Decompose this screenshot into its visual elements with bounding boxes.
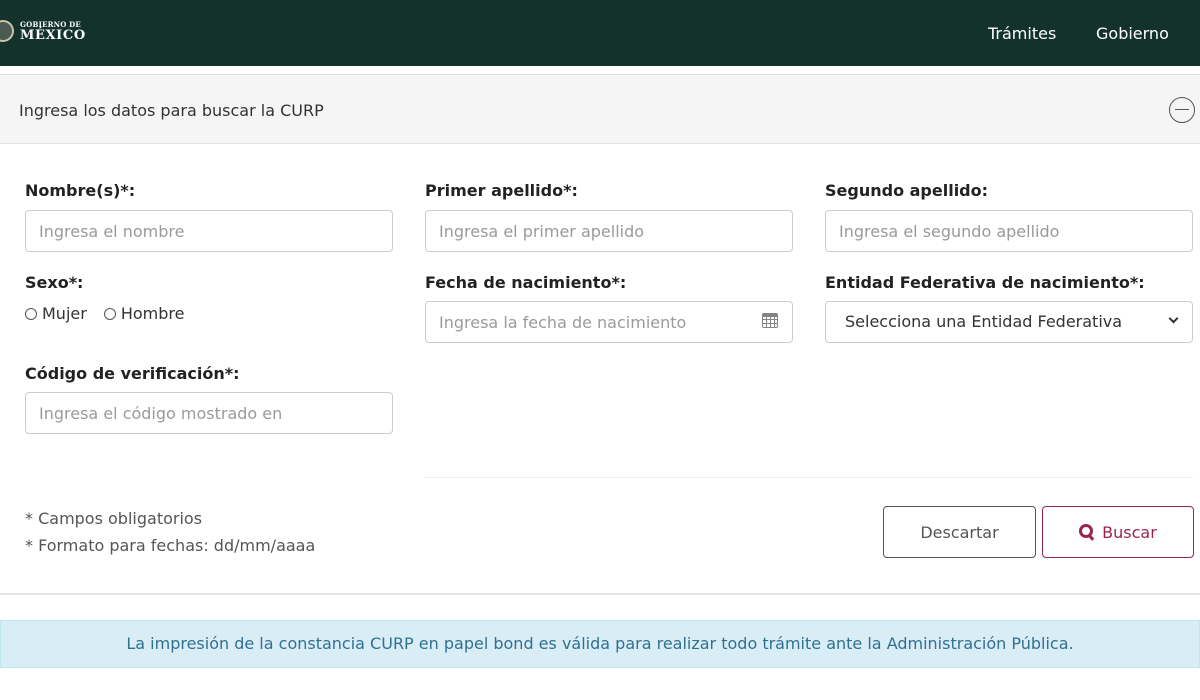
sexo-label: Sexo*: — [25, 273, 84, 292]
gobierno-mexico-logo[interactable]: GOBIERNO DE MÉXICO — [0, 20, 86, 42]
sexo-radio-group: Mujer Hombre — [25, 304, 201, 323]
nav-tramites-link[interactable]: Trámites — [988, 24, 1056, 43]
minus-circle-icon[interactable] — [1169, 97, 1195, 123]
fecha-nacimiento-input[interactable] — [425, 301, 793, 343]
primer-apellido-label: Primer apellido*: — [425, 181, 578, 200]
logo-text: GOBIERNO DE MÉXICO — [20, 21, 86, 42]
buscar-label: Buscar — [1102, 522, 1157, 542]
segundo-apellido-label: Segundo apellido: — [825, 181, 989, 200]
form-divider — [425, 477, 1193, 478]
nav-gobierno-link[interactable]: Gobierno — [1096, 24, 1169, 43]
descartar-label: Descartar — [920, 522, 999, 542]
nombre-label: Nombre(s)*: — [25, 181, 136, 200]
search-icon — [1079, 524, 1095, 540]
radio-hombre-label: Hombre — [120, 304, 185, 323]
segundo-apellido-input[interactable] — [825, 210, 1193, 252]
search-panel-header: Ingresa los datos para buscar la CURP — [0, 74, 1200, 144]
calendar-icon[interactable] — [762, 313, 778, 328]
chevron-down-icon — [1168, 313, 1179, 324]
codigo-verificacion-input[interactable] — [25, 392, 393, 434]
radio-mujer[interactable]: Mujer — [25, 304, 87, 323]
radio-circle-icon[interactable] — [25, 307, 37, 320]
national-seal-icon — [0, 20, 14, 42]
nombre-input[interactable] — [25, 210, 393, 252]
required-fields-note: * Campos obligatorios — [25, 509, 203, 528]
section-separator — [0, 593, 1200, 595]
primer-apellido-input[interactable] — [425, 210, 793, 252]
logo-big-text: MÉXICO — [20, 27, 86, 43]
info-alert: La impresión de la constancia CURP en pa… — [0, 620, 1200, 668]
entidad-federativa-select[interactable]: Selecciona una Entidad Federativa — [825, 301, 1193, 343]
logo-small-text: GOBIERNO DE — [20, 19, 81, 29]
top-navbar: GOBIERNO DE MÉXICO Trámites Gobierno — [0, 0, 1200, 66]
descartar-button[interactable]: Descartar — [883, 506, 1036, 558]
panel-title: Ingresa los datos para buscar la CURP — [19, 101, 324, 120]
radio-circle-icon[interactable] — [103, 307, 116, 320]
radio-hombre[interactable]: Hombre — [103, 304, 185, 323]
fecha-nacimiento-label: Fecha de nacimiento*: — [425, 273, 627, 292]
buscar-button[interactable]: Buscar — [1042, 506, 1194, 558]
date-format-note: * Formato para fechas: dd/mm/aaaa — [25, 536, 316, 555]
entidad-selected-value: Selecciona una Entidad Federativa — [845, 312, 1123, 331]
codigo-verificacion-label: Código de verificación*: — [25, 364, 240, 383]
entidad-federativa-label: Entidad Federativa de nacimiento*: — [825, 273, 1145, 292]
radio-mujer-label: Mujer — [42, 304, 87, 323]
